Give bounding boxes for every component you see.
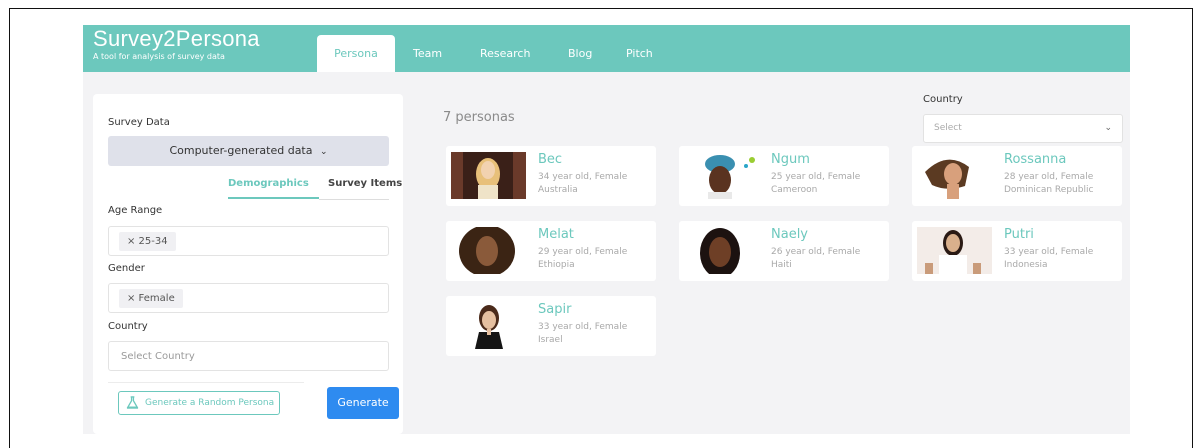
persona-name[interactable]: Rossanna xyxy=(1004,152,1066,167)
gender-label: Gender xyxy=(108,263,145,274)
persona-name[interactable]: Naely xyxy=(771,227,808,242)
persona-info: 33 year old, Female Israel xyxy=(538,322,628,345)
tab-persona[interactable]: Persona xyxy=(317,35,395,72)
country-filter-label: Country xyxy=(923,94,963,105)
subtab-active-underline xyxy=(228,197,319,199)
persona-count: 7 personas xyxy=(443,110,515,125)
persona-photo xyxy=(451,302,526,349)
subtab-demographics[interactable]: Demographics xyxy=(228,178,309,189)
persona-name[interactable]: Melat xyxy=(538,227,574,242)
persona-name[interactable]: Putri xyxy=(1004,227,1034,242)
survey-data-label: Survey Data xyxy=(108,117,170,128)
persona-info: 33 year old, Female Indonesia xyxy=(1004,247,1094,270)
country-label: Country xyxy=(108,321,148,332)
age-range-select[interactable]: × 25-34 xyxy=(108,226,389,256)
tab-research[interactable]: Research xyxy=(480,35,530,72)
persona-photo xyxy=(917,152,992,199)
persona-info: 34 year old, Female Australia xyxy=(538,172,628,195)
survey-data-value: Computer-generated data xyxy=(169,144,313,157)
persona-info: 29 year old, Female Ethiopia xyxy=(538,247,628,270)
persona-card-bec[interactable]: Bec 34 year old, Female Australia xyxy=(446,146,656,206)
subtab-survey-items[interactable]: Survey Items xyxy=(328,178,402,189)
persona-photo xyxy=(684,152,759,199)
random-persona-label: Generate a Random Persona xyxy=(145,398,275,408)
flask-icon xyxy=(126,396,139,409)
persona-name[interactable]: Sapir xyxy=(538,302,571,317)
persona-name[interactable]: Ngum xyxy=(771,152,810,167)
persona-card-rossanna[interactable]: Rossanna 28 year old, Female Dominican Re… xyxy=(912,146,1122,206)
persona-photo xyxy=(917,227,992,274)
divider xyxy=(108,382,304,383)
survey-data-dropdown[interactable]: Computer-generated data ⌄ xyxy=(108,136,389,166)
tab-team[interactable]: Team xyxy=(413,35,442,72)
random-persona-button[interactable]: Generate a Random Persona xyxy=(118,391,280,415)
brand-subtitle: A tool for analysis of survey data xyxy=(93,52,225,61)
gender-select[interactable]: × Female xyxy=(108,283,389,313)
persona-photo xyxy=(451,227,526,274)
persona-info: 25 year old, Female Cameroon xyxy=(771,172,861,195)
country-filter-placeholder: Select xyxy=(934,123,962,133)
top-navbar: Survey2Persona A tool for analysis of su… xyxy=(83,25,1130,72)
persona-photo xyxy=(451,152,526,199)
app-window: Survey2Persona A tool for analysis of su… xyxy=(83,25,1130,434)
country-select[interactable]: Select Country xyxy=(108,341,389,371)
persona-card-sapir[interactable]: Sapir 33 year old, Female Israel xyxy=(446,296,656,356)
gender-chip[interactable]: × Female xyxy=(119,289,183,308)
generate-button[interactable]: Generate xyxy=(327,387,399,419)
country-select-placeholder: Select Country xyxy=(121,351,195,362)
persona-info: 28 year old, Female Dominican Republic xyxy=(1004,172,1094,195)
age-range-label: Age Range xyxy=(108,205,163,216)
persona-info: 26 year old, Female Haiti xyxy=(771,247,861,270)
persona-name[interactable]: Bec xyxy=(538,152,562,167)
persona-card-melat[interactable]: Melat 29 year old, Female Ethiopia xyxy=(446,221,656,281)
chevron-down-icon: ⌄ xyxy=(1104,123,1112,133)
tab-blog[interactable]: Blog xyxy=(568,35,592,72)
chevron-down-icon: ⌄ xyxy=(320,147,328,157)
subtab-divider xyxy=(319,199,389,200)
persona-card-naely[interactable]: Naely 26 year old, Female Haiti xyxy=(679,221,889,281)
persona-photo xyxy=(684,227,759,274)
tab-pitch[interactable]: Pitch xyxy=(626,35,653,72)
country-filter-select[interactable]: Select ⌄ xyxy=(923,114,1123,143)
persona-card-ngum[interactable]: Ngum 25 year old, Female Cameroon xyxy=(679,146,889,206)
age-range-chip[interactable]: × 25-34 xyxy=(119,232,176,251)
persona-card-putri[interactable]: Putri 33 year old, Female Indonesia xyxy=(912,221,1122,281)
brand-title[interactable]: Survey2Persona xyxy=(93,26,260,52)
